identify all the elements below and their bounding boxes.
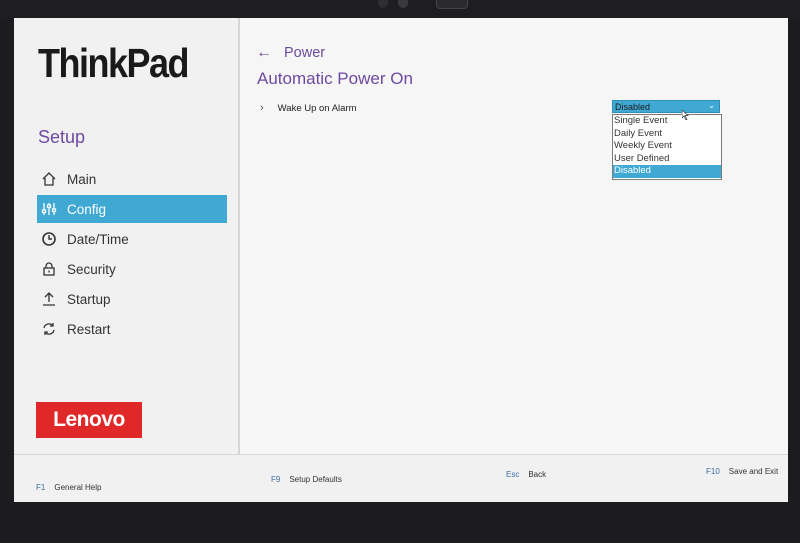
mouse-cursor-icon [682,110,689,120]
clock-icon [41,231,57,247]
lock-icon [41,261,57,277]
sidebar-item-startup[interactable]: Startup [37,285,227,313]
upload-icon [41,291,57,307]
wake-up-dropdown-list: Single Event Daily Event Weekly Event Us… [612,114,722,180]
thinkpad-logo: ThinkPad [38,40,190,86]
f9-setup-defaults[interactable]: F9 Setup Defaults [271,475,342,484]
sidebar-item-label: Main [67,171,97,187]
f1-general-help[interactable]: F1 General Help [36,483,101,492]
wake-up-select[interactable]: Disabled ⌄ [612,100,720,113]
page-title: Automatic Power On [257,69,413,88]
dropdown-option-single-event[interactable]: Single Event [613,115,721,128]
select-value: Disabled [615,101,651,112]
main-panel: ← Power Automatic Power On › Wake Up on … [240,18,788,454]
back-arrow-icon[interactable]: ← [256,44,272,62]
sidebar: ThinkPad Setup Main Config Date/Time Sec… [14,18,240,454]
setting-label: Wake Up on Alarm [277,102,357,114]
sidebar-item-label: Restart [67,321,111,337]
sidebar-item-date-time[interactable]: Date/Time [37,225,227,253]
dropdown-option-user-defined[interactable]: User Defined [613,153,721,166]
home-icon [41,171,57,187]
screen-bezel-top [0,0,800,18]
f10-save-and-exit[interactable]: F10 Save and Exit [706,467,778,476]
sidebar-item-security[interactable]: Security [37,255,227,283]
sliders-icon [41,201,57,217]
sidebar-nav: Main Config Date/Time Security Startup R… [37,165,227,345]
esc-back[interactable]: Esc Back [506,470,546,479]
dropdown-option-daily-event[interactable]: Daily Event [613,128,721,141]
sidebar-item-main[interactable]: Main [37,165,227,193]
privacy-shutter-icon [436,0,468,9]
screen-bezel-bottom [0,502,800,543]
chevron-down-icon: ⌄ [708,101,715,110]
function-key-bar: F1 General Help F9 Setup Defaults Esc Back … [14,454,788,502]
dropdown-option-weekly-event[interactable]: Weekly Event [613,140,721,153]
webcam [378,0,470,10]
chevron-right-icon: › [260,102,264,114]
sidebar-item-label: Date/Time [67,231,129,247]
dropdown-option-disabled[interactable]: Disabled [613,165,721,178]
camera-lens-icon [378,0,388,8]
sidebar-item-label: Security [67,261,116,277]
lenovo-logo: Lenovo [36,402,142,438]
sidebar-item-label: Config [67,201,107,217]
breadcrumb-label: Power [284,45,326,61]
breadcrumb[interactable]: ← Power [256,44,325,62]
setup-title: Setup [38,127,86,147]
sidebar-item-restart[interactable]: Restart [37,315,227,343]
setting-wake-up-on-alarm[interactable]: › Wake Up on Alarm [260,102,357,114]
camera-sensor-icon [398,0,408,8]
bios-screen: ThinkPad Setup Main Config Date/Time Sec… [14,18,788,502]
sidebar-item-label: Startup [67,291,111,307]
sidebar-item-config[interactable]: Config [37,195,227,223]
refresh-icon [41,321,57,337]
